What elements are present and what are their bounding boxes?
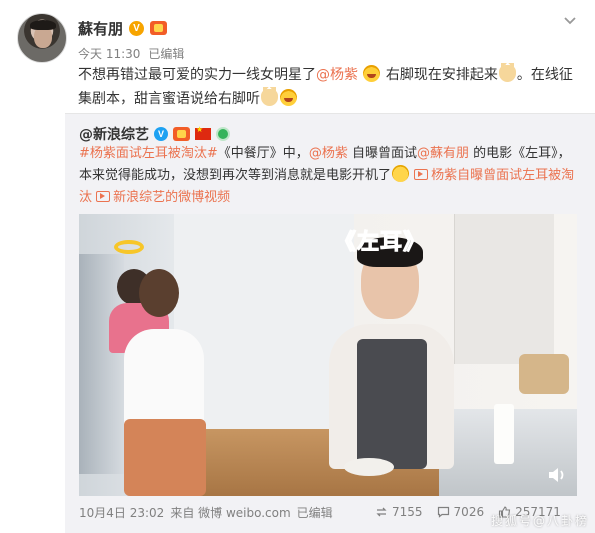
author-avatar[interactable] — [17, 13, 67, 63]
watermark: 搜狐号@八卦榜 — [490, 514, 589, 528]
mention-link[interactable]: @杨紫 — [316, 67, 358, 83]
repost-edited-label[interactable]: 已编辑 — [297, 504, 333, 521]
video-person-woman — [124, 269, 206, 496]
video-scene-plate — [344, 458, 394, 476]
repost-author-name[interactable]: @新浪综艺 — [79, 124, 149, 144]
cat-emoji-icon — [261, 87, 278, 106]
speaker-icon[interactable] — [547, 466, 567, 484]
laugh-emoji-icon — [363, 65, 381, 82]
video-icon — [96, 191, 111, 202]
video-person-man — [329, 229, 459, 469]
green-badge-icon[interactable] — [216, 127, 230, 141]
halo-sticker-icon — [114, 240, 144, 254]
cry-emoji-icon — [392, 165, 410, 182]
repost-text-part: 自曝曾面试 — [347, 146, 417, 161]
author-row: 蘇有朋 V — [78, 17, 168, 39]
repost-text-part: 《中餐厅》中， — [217, 146, 309, 161]
sina-video-link-label: 新浪综艺的微博视频 — [113, 190, 231, 205]
topic-link[interactable]: #杨紫面试左耳被淘汰# — [79, 146, 218, 161]
china-flag-icon — [195, 125, 211, 140]
mention-link[interactable]: @杨紫 — [309, 146, 348, 161]
video-player[interactable]: 《左耳》 — [79, 214, 577, 496]
post-text: 不想再错过最可爱的实力一线女明星了@杨紫 右脚现在安排起来 。在线征集剧本，甜言蜜… — [78, 63, 573, 111]
repost-count-button[interactable]: 7155 — [375, 505, 423, 519]
video-caption: 《左耳》 — [333, 230, 427, 256]
post-edited-label[interactable]: 已编辑 — [148, 45, 184, 62]
post-text-part: 不想再错过最可爱的实力一线女明星了 — [78, 67, 316, 83]
repost-icon — [376, 507, 387, 517]
repost-text: #杨紫面试左耳被淘汰#《中餐厅》中，@杨紫 自曝曾面试@蘇有朋 的电影《左耳》，… — [79, 143, 579, 209]
repost-source[interactable]: 来自 微博 weibo.com — [170, 504, 290, 521]
laugh-emoji-icon — [280, 89, 297, 106]
comment-icon — [437, 506, 449, 518]
blue-verified-icon[interactable]: V — [154, 127, 168, 141]
video-scene-steamers — [519, 354, 569, 394]
chevron-down-icon[interactable] — [562, 13, 578, 29]
comment-count: 7026 — [453, 505, 485, 519]
mention-link[interactable]: @蘇有朋 — [417, 146, 469, 161]
repost-author-row: @新浪综艺 V — [79, 124, 230, 144]
vip-badge-icon[interactable] — [173, 127, 190, 141]
post-meta: 今天 11:30 已编辑 — [78, 45, 184, 62]
post-time[interactable]: 今天 11:30 — [78, 45, 140, 62]
author-name[interactable]: 蘇有朋 — [78, 18, 123, 39]
repost-count: 7155 — [392, 505, 423, 519]
video-scene-paper-towel — [494, 404, 514, 464]
video-icon — [414, 169, 429, 180]
verified-badge-icon[interactable]: V — [129, 20, 145, 36]
sina-video-link[interactable]: 新浪综艺的微博视频 — [96, 190, 230, 205]
repost-date[interactable]: 10月4日 23:02 — [79, 504, 164, 521]
cat-emoji-icon — [498, 63, 516, 82]
video-scene-pegboard — [454, 214, 554, 364]
weibo-post-card: 蘇有朋 V 今天 11:30 已编辑 不想再错过最可爱的实力一线女明星了@杨紫 … — [0, 0, 595, 533]
post-text-part: 右脚现在安排起来 — [385, 67, 498, 83]
comment-count-button[interactable]: 7026 — [437, 505, 485, 519]
vip-badge-icon[interactable] — [150, 21, 168, 35]
